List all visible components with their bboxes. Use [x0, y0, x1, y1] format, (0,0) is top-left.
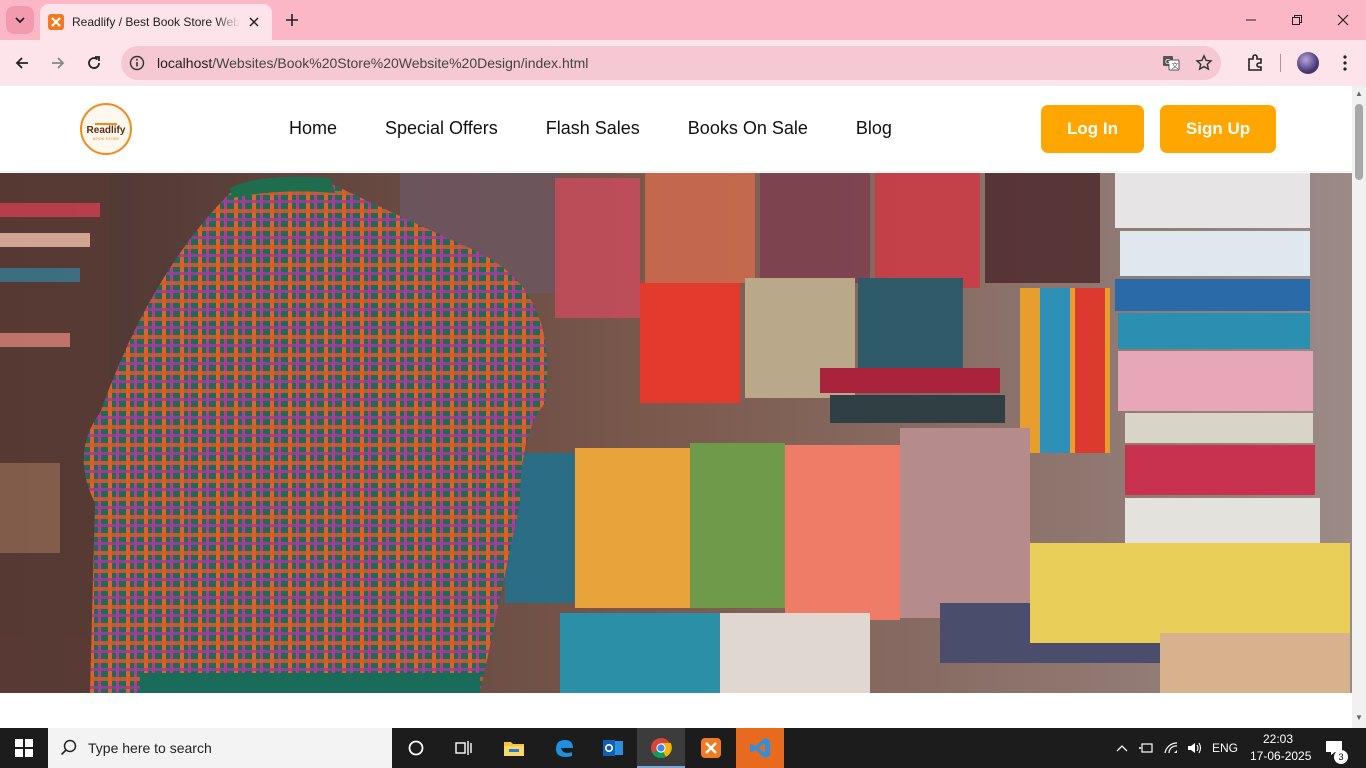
minimize-icon: [1246, 19, 1256, 21]
url-host: localhost: [157, 55, 213, 71]
battery-icon[interactable]: [1135, 728, 1159, 768]
profile-avatar[interactable]: [1297, 52, 1319, 74]
folder-icon: [504, 742, 524, 756]
cortana-icon: [408, 740, 424, 756]
windows-taskbar: Type here to search ENG 22:03 17-06-2025…: [0, 728, 1366, 768]
xampp-button[interactable]: [687, 728, 735, 768]
browser-toolbar: localhost/Websites/Book%20Store%20Websit…: [0, 40, 1366, 86]
reload-icon: [88, 56, 100, 69]
clock-date[interactable]: 17-06-2025: [1250, 749, 1311, 763]
main-nav: Home Special Offers Flash Sales Books On…: [289, 118, 892, 139]
chevron-up-icon: [1116, 745, 1128, 752]
xampp-icon: [701, 738, 721, 758]
nav-home[interactable]: Home: [289, 118, 337, 139]
browser-tab[interactable]: Readlify / Best Book Store Website Desig…: [40, 4, 272, 40]
new-tab-button[interactable]: [280, 8, 304, 32]
svg-text:G: G: [1165, 58, 1170, 66]
taskbar-search[interactable]: Type here to search: [48, 728, 392, 768]
toolbar-divider: [1280, 54, 1281, 72]
cortana-button[interactable]: [392, 728, 440, 768]
logo-text: Readlify: [86, 125, 126, 136]
plus-icon: [286, 14, 298, 26]
bookmark-star-icon[interactable]: [1194, 53, 1214, 73]
scroll-thumb[interactable]: [1355, 104, 1363, 180]
volume-icon[interactable]: [1183, 728, 1207, 768]
bookstore-photo: [0, 173, 1352, 693]
task-view-button[interactable]: [440, 728, 488, 768]
nav-books-on-sale[interactable]: Books On Sale: [688, 118, 808, 139]
show-hidden-icons[interactable]: [1110, 728, 1134, 768]
forward-arrow-icon: [52, 57, 65, 69]
menu-kebab-icon[interactable]: [1333, 51, 1357, 75]
site-header: Readlify BOOK STORE Home Special Offers …: [0, 86, 1352, 172]
browser-tab-bar: Readlify / Best Book Store Website Desig…: [0, 0, 1366, 40]
minimize-button[interactable]: [1228, 0, 1274, 40]
chrome-button[interactable]: [637, 728, 685, 768]
url-path: /Websites/Book%20Store%20Website%20Desig…: [212, 55, 589, 71]
nav-special-offers[interactable]: Special Offers: [385, 118, 498, 139]
chrome-icon: [651, 738, 672, 759]
web-page: Readlify BOOK STORE Home Special Offers …: [0, 86, 1352, 728]
page-scrollbar[interactable]: ▲ ▼: [1352, 86, 1366, 728]
login-button[interactable]: Log In: [1041, 105, 1144, 153]
edge-button[interactable]: [540, 728, 588, 768]
book-logo-icon: [95, 117, 117, 125]
nav-flash-sales[interactable]: Flash Sales: [546, 118, 640, 139]
task-view-icon: [455, 741, 472, 755]
close-window-button[interactable]: [1320, 0, 1366, 40]
wifi-icon[interactable]: [1159, 728, 1183, 768]
hero-image: [0, 173, 1352, 693]
outlook-icon: [603, 740, 623, 756]
tab-title: Readlify / Best Book Store Website Desig…: [72, 15, 240, 29]
language-indicator[interactable]: ENG: [1212, 741, 1238, 755]
signup-button[interactable]: Sign Up: [1160, 105, 1276, 153]
tab-search-button[interactable]: [6, 6, 34, 34]
outlook-button[interactable]: [589, 728, 637, 768]
site-logo[interactable]: Readlify BOOK STORE: [80, 103, 132, 155]
vscode-button[interactable]: [736, 728, 784, 768]
nav-blog[interactable]: Blog: [856, 118, 892, 139]
extensions-icon[interactable]: [1243, 51, 1267, 75]
logo-subtext: BOOK STORE: [92, 136, 120, 141]
notification-count-badge: 3: [1334, 750, 1348, 764]
svg-text:文: 文: [1172, 61, 1179, 70]
site-info-icon[interactable]: [127, 53, 147, 73]
chevron-down-icon: [15, 17, 25, 24]
vscode-icon: [750, 738, 770, 758]
back-arrow-icon: [15, 57, 28, 69]
scroll-down-icon[interactable]: ▼: [1355, 714, 1363, 722]
address-bar[interactable]: localhost/Websites/Book%20Store%20Websit…: [121, 46, 1221, 80]
file-explorer-button[interactable]: [490, 728, 538, 768]
search-icon: [60, 739, 77, 756]
xampp-icon: [48, 14, 64, 30]
forward-button[interactable]: [44, 49, 72, 77]
search-placeholder: Type here to search: [88, 740, 212, 756]
reload-button[interactable]: [80, 49, 108, 77]
scroll-up-icon[interactable]: ▲: [1355, 90, 1363, 98]
translate-icon[interactable]: G文: [1161, 53, 1181, 73]
url-text[interactable]: localhost/Websites/Book%20Store%20Websit…: [157, 55, 588, 71]
clock-time[interactable]: 22:03: [1263, 732, 1293, 746]
close-icon: [1337, 14, 1349, 26]
restore-button[interactable]: [1274, 0, 1320, 40]
close-tab-icon[interactable]: [246, 14, 262, 30]
edge-icon: [556, 740, 573, 757]
start-button[interactable]: [0, 728, 48, 768]
back-button[interactable]: [8, 49, 36, 77]
windows-logo-icon: [15, 739, 33, 757]
restore-icon: [1292, 15, 1302, 25]
